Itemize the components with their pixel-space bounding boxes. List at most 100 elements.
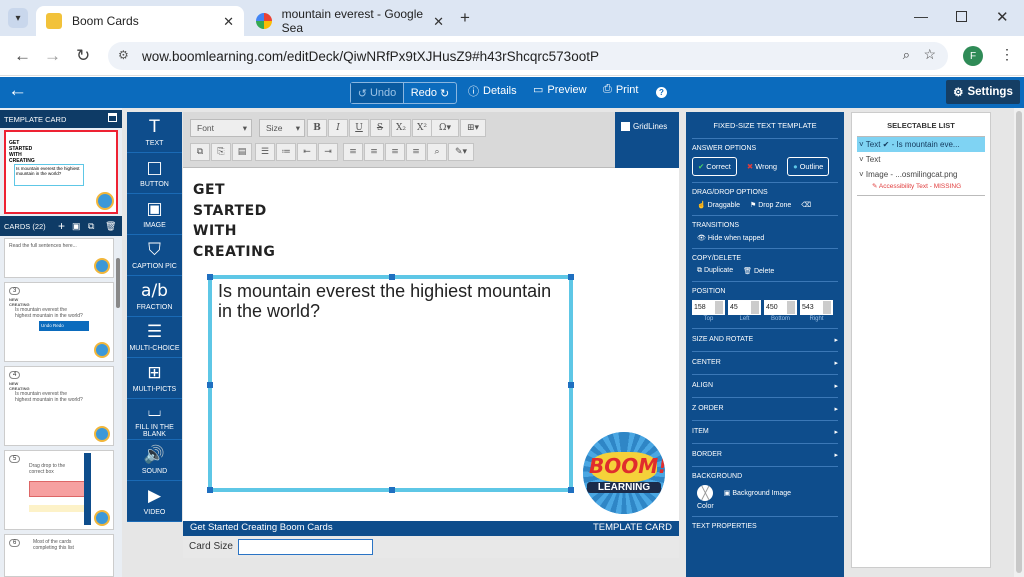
copy-icon[interactable]: ⧉ bbox=[190, 143, 210, 161]
card-size-input[interactable] bbox=[238, 539, 373, 555]
gridlines-toggle[interactable]: GridLines bbox=[615, 112, 679, 168]
close-tab-icon[interactable]: ✕ bbox=[223, 14, 234, 30]
bold-icon[interactable]: B bbox=[307, 119, 327, 137]
align-right-icon[interactable]: ≡ bbox=[385, 143, 405, 161]
numbered-list-icon[interactable]: ☰ bbox=[255, 143, 275, 161]
delete-button[interactable]: 🗑 Delete bbox=[743, 267, 774, 275]
template-card-thumbnail[interactable]: GET STARTED WITH CREATING Is mountain ev… bbox=[4, 130, 118, 214]
add-image-card-icon[interactable]: ▣ bbox=[72, 221, 81, 232]
collapsible-section[interactable]: ITEM ▸ bbox=[692, 421, 838, 444]
tool-video[interactable]: ▶ VIDEO bbox=[127, 481, 182, 522]
preview-button[interactable]: ▭ Preview bbox=[533, 83, 587, 97]
duplicate-card-icon[interactable]: ⧉ bbox=[88, 221, 94, 232]
background-image-button[interactable]: ▣ Background Image bbox=[724, 489, 791, 497]
collapsible-section[interactable]: CENTER ▸ bbox=[692, 352, 838, 375]
close-tab-icon[interactable]: ✕ bbox=[433, 14, 444, 30]
stepper-icon[interactable] bbox=[751, 301, 759, 314]
hide-when-tapped-button[interactable]: 👁 Hide when tapped bbox=[697, 234, 764, 242]
profile-avatar[interactable]: F bbox=[963, 46, 983, 66]
paste-text-icon[interactable]: ▤ bbox=[232, 143, 252, 161]
list-item[interactable]: ˅ Text ✔ - Is mountain eve... bbox=[857, 137, 985, 152]
browser-menu-icon[interactable]: ⋮ bbox=[1000, 46, 1014, 63]
card-thumbnail[interactable]: 5 Drag drop to the correct box bbox=[4, 450, 114, 530]
resize-handle[interactable] bbox=[568, 487, 574, 493]
tool-fraction[interactable]: a/b FRACTION bbox=[127, 276, 182, 317]
browser-tab-boom-cards[interactable]: Boom Cards ✕ bbox=[36, 6, 244, 36]
tool-caption-pic[interactable]: ⛉ CAPTION PIC bbox=[127, 235, 182, 276]
subscript-icon[interactable]: X₂ bbox=[391, 119, 411, 137]
paste-icon[interactable]: ⎘ bbox=[211, 143, 231, 161]
font-select[interactable]: Font ▾ bbox=[190, 119, 252, 137]
resize-handle[interactable] bbox=[568, 274, 574, 280]
new-tab-button[interactable]: + bbox=[460, 8, 470, 28]
wrong-button[interactable]: ✖ Wrong bbox=[741, 157, 783, 176]
tool-multi-picts[interactable]: ⊞ MULTI-PICTS bbox=[127, 358, 182, 399]
undo-button[interactable]: ↺ Undo bbox=[351, 83, 403, 103]
help-button[interactable]: ? bbox=[656, 87, 667, 98]
stepper-icon[interactable] bbox=[823, 301, 831, 314]
resize-handle[interactable] bbox=[207, 487, 213, 493]
card-thumbnail[interactable]: 6 Most of the cards completing this list bbox=[4, 534, 114, 577]
duplicate-button[interactable]: ⧉ Duplicate bbox=[697, 267, 733, 275]
align-left-icon[interactable]: ≡ bbox=[343, 143, 363, 161]
correct-button[interactable]: ✔ Correct bbox=[692, 157, 737, 176]
outdent-icon[interactable]: ⇤ bbox=[297, 143, 317, 161]
collapsible-section[interactable]: ALIGN ▸ bbox=[692, 375, 838, 398]
position-input[interactable]: 45 bbox=[728, 300, 761, 315]
forward-icon[interactable]: → bbox=[44, 46, 61, 66]
indent-icon[interactable]: ⇥ bbox=[318, 143, 338, 161]
tool-sound[interactable]: 🔊 SOUND bbox=[127, 440, 182, 481]
question-text-box[interactable]: Is mountain everest the highiest mountai… bbox=[207, 274, 574, 493]
back-arrow-icon[interactable]: ← bbox=[8, 80, 27, 102]
page-scrollbar[interactable] bbox=[1014, 108, 1024, 577]
back-icon[interactable]: ← bbox=[14, 46, 31, 66]
stepper-icon[interactable] bbox=[787, 301, 795, 314]
resize-handle[interactable] bbox=[207, 382, 213, 388]
dropzone-button[interactable]: ⚑ Drop Zone bbox=[750, 201, 791, 209]
site-info-icon[interactable]: ⚙ bbox=[118, 48, 129, 62]
minimize-panel-icon[interactable] bbox=[108, 113, 117, 122]
position-input[interactable]: 543 bbox=[800, 300, 833, 315]
collapsible-section[interactable]: BORDER ▸ bbox=[692, 444, 838, 467]
tool-text[interactable]: T TEXT bbox=[127, 112, 182, 153]
find-icon[interactable]: ⌕ bbox=[427, 143, 447, 161]
maximize-icon[interactable] bbox=[956, 11, 967, 22]
card-thumbnail[interactable]: Read the full sentences here... bbox=[4, 238, 114, 278]
close-window-icon[interactable]: ✕ bbox=[996, 8, 1009, 26]
list-item[interactable]: ˅ Text bbox=[857, 152, 985, 167]
details-button[interactable]: ⓘ Details bbox=[468, 83, 517, 99]
outline-button[interactable]: ● Outline bbox=[787, 157, 830, 176]
color-button[interactable]: ╳ Color bbox=[697, 485, 714, 510]
special-char-icon[interactable]: Ω▾ bbox=[431, 119, 459, 137]
card-thumbnail[interactable]: 4 NEW CREATING Is mountain everest the hi… bbox=[4, 366, 114, 446]
strikethrough-icon[interactable]: S bbox=[370, 119, 390, 137]
boom-learning-logo[interactable]: BOOM! LEARNING bbox=[583, 432, 665, 514]
scrollbar-thumb[interactable] bbox=[1016, 111, 1022, 573]
stepper-icon[interactable] bbox=[715, 301, 723, 314]
resize-handle[interactable] bbox=[568, 382, 574, 388]
resize-handle[interactable] bbox=[389, 487, 395, 493]
print-button[interactable]: ⎙ Print bbox=[603, 83, 638, 96]
browser-tab-google[interactable]: mountain everest - Google Sea ✕ bbox=[246, 6, 454, 36]
resize-handle[interactable] bbox=[389, 274, 395, 280]
tool-fill-in-the-blank[interactable]: ⌴ FILL IN THE BLANK bbox=[127, 399, 182, 440]
bookmark-star-icon[interactable]: ☆ bbox=[923, 46, 936, 63]
highlight-icon[interactable]: ✎▾ bbox=[448, 143, 474, 161]
card-title-text[interactable]: GET STARTED WITH CREATING bbox=[193, 180, 275, 262]
superscript-icon[interactable]: X² bbox=[412, 119, 432, 137]
table-icon[interactable]: ⊞▾ bbox=[460, 119, 486, 137]
settings-button[interactable]: ⚙ Settings bbox=[946, 80, 1020, 104]
align-justify-icon[interactable]: ≡ bbox=[406, 143, 426, 161]
minimize-icon[interactable]: — bbox=[914, 8, 928, 24]
position-input[interactable]: 158 bbox=[692, 300, 725, 315]
italic-icon[interactable]: I bbox=[328, 119, 348, 137]
size-select[interactable]: Size ▾ bbox=[259, 119, 305, 137]
redo-button[interactable]: Redo ↻ bbox=[403, 83, 456, 103]
tool-image[interactable]: ▣ IMAGE bbox=[127, 194, 182, 235]
reload-icon[interactable]: ↻ bbox=[76, 46, 90, 66]
position-input[interactable]: 450 bbox=[764, 300, 797, 315]
bullet-list-icon[interactable]: ≔ bbox=[276, 143, 296, 161]
tab-search-button[interactable]: ▾ bbox=[8, 8, 28, 28]
underline-icon[interactable]: U bbox=[349, 119, 369, 137]
draggable-button[interactable]: ☝ Draggable bbox=[697, 201, 740, 209]
